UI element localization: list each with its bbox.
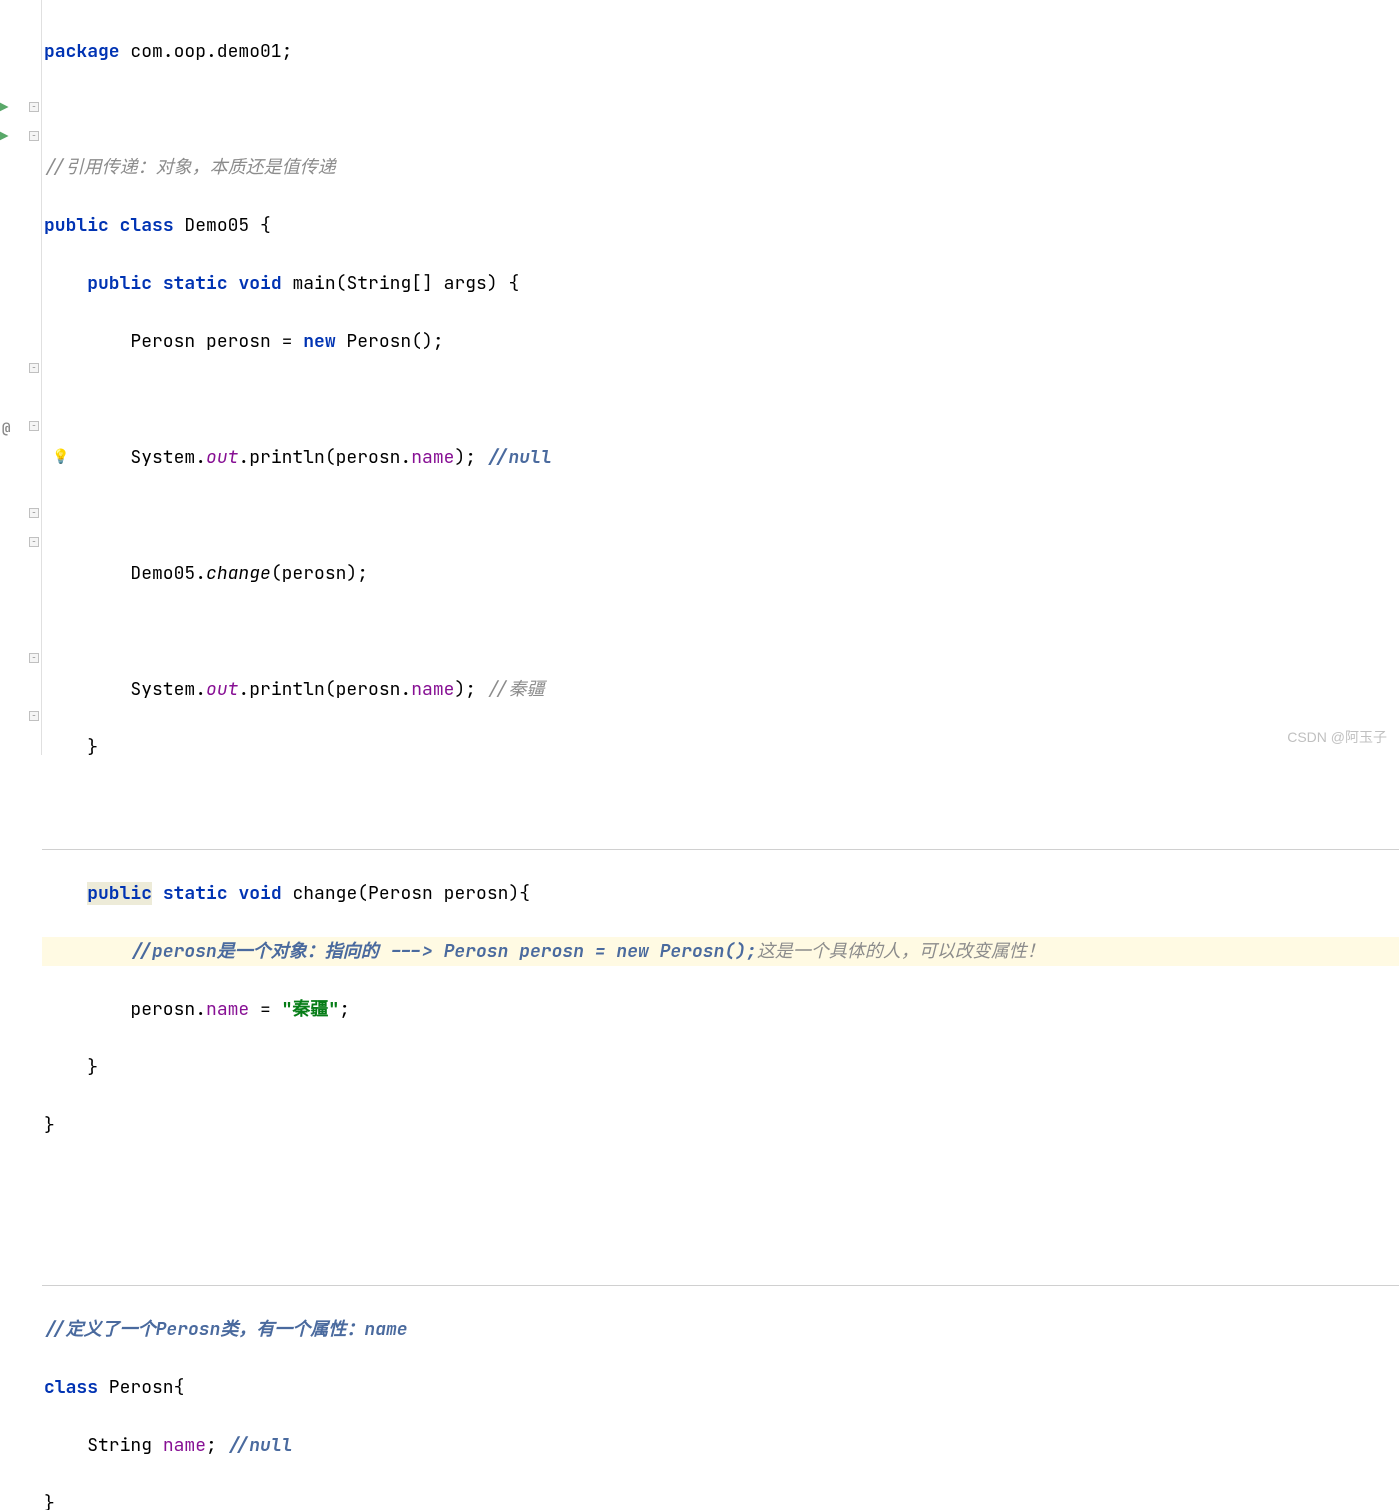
fold-icon[interactable]: −: [29, 537, 39, 547]
close-brace: }: [44, 1492, 55, 1510]
method-signature: main(String[] args) {: [282, 272, 520, 295]
comment: 这是一个具体的人，可以改变属性！: [757, 940, 1045, 963]
keyword: void: [238, 272, 281, 295]
run-icon[interactable]: ▶: [0, 128, 16, 144]
punctuation: );: [454, 678, 486, 701]
keyword: class: [44, 1376, 98, 1399]
class-ref: Demo05.: [130, 562, 206, 585]
class-ref: System.: [130, 446, 206, 469]
method-call: .println(perosn.: [238, 446, 411, 469]
punctuation: ;: [206, 1434, 228, 1457]
comment: //引用传递：对象，本质还是值传递: [44, 156, 336, 179]
code-line[interactable]: public static void main(String[] args) {: [42, 269, 1399, 298]
fold-icon[interactable]: −: [29, 102, 39, 112]
run-icon[interactable]: ▶: [0, 99, 16, 115]
class-declaration: Perosn{: [98, 1376, 184, 1399]
comment: //perosn是一个对象：指向的 ---> Perosn perosn = n…: [130, 940, 756, 963]
code-line[interactable]: [42, 95, 1399, 124]
field: name: [206, 998, 249, 1021]
keyword: public: [44, 214, 109, 237]
fold-icon[interactable]: −: [29, 653, 39, 663]
keyword: void: [238, 882, 281, 905]
code-line[interactable]: }: [42, 1111, 1399, 1140]
code-line[interactable]: }: [42, 1489, 1399, 1510]
keyword: class: [120, 214, 174, 237]
static-field: out: [206, 678, 238, 701]
type: Perosn: [130, 330, 206, 353]
code-line[interactable]: class Perosn{: [42, 1373, 1399, 1402]
code-line[interactable]: Perosn perosn = new Perosn();: [42, 327, 1399, 356]
keyword: static: [163, 272, 228, 295]
code-line[interactable]: public static void change(Perosn perosn)…: [42, 879, 1399, 908]
comment: //null: [228, 1434, 293, 1457]
code-line[interactable]: Demo05.change(perosn);: [42, 559, 1399, 588]
code-editor[interactable]: package com.oop.demo01; //引用传递：对象，本质还是值传…: [42, 0, 1399, 755]
code-line[interactable]: [42, 385, 1399, 414]
watermark: CSDN @阿玉子: [1287, 727, 1387, 747]
code-line[interactable]: [42, 791, 1399, 820]
code-line[interactable]: [42, 1227, 1399, 1256]
keyword: static: [163, 882, 228, 905]
code-line[interactable]: package com.oop.demo01;: [42, 37, 1399, 66]
code-line[interactable]: System.out.println(perosn.name); //秦疆: [42, 675, 1399, 704]
static-field: out: [206, 446, 238, 469]
class-ref: System.: [130, 678, 206, 701]
method-separator: [42, 1285, 1399, 1286]
close-brace: }: [44, 1056, 98, 1079]
code-line[interactable]: //定义了一个Perosn类，有一个属性：name: [42, 1315, 1399, 1344]
comment: //null: [487, 446, 552, 469]
code-line[interactable]: [42, 1169, 1399, 1198]
variable: perosn.: [130, 998, 206, 1021]
code-line[interactable]: }: [42, 733, 1399, 762]
code-line[interactable]: perosn.name = "秦疆";: [42, 995, 1399, 1024]
fold-icon[interactable]: −: [29, 131, 39, 141]
variable: perosn =: [206, 330, 303, 353]
punctuation: );: [454, 446, 486, 469]
method-separator: [42, 849, 1399, 850]
keyword: new: [303, 330, 335, 353]
code-line[interactable]: public class Demo05 {: [42, 211, 1399, 240]
keyword: package: [44, 40, 120, 63]
fold-icon[interactable]: −: [29, 363, 39, 373]
string-literal: "秦疆": [282, 998, 340, 1021]
field: name: [411, 678, 454, 701]
package-path: com.oop.demo01;: [120, 40, 293, 63]
code-line[interactable]: //perosn是一个对象：指向的 ---> Perosn perosn = n…: [42, 937, 1399, 966]
fold-icon[interactable]: −: [29, 508, 39, 518]
override-icon[interactable]: @: [2, 420, 18, 436]
editor-gutter: ▶ ▶ @ 💡 − − − − − − − −: [0, 0, 42, 755]
close-brace: }: [44, 736, 98, 759]
constructor: Perosn();: [336, 330, 444, 353]
method-call: .println(perosn.: [238, 678, 411, 701]
code-line[interactable]: System.out.println(perosn.name); //null: [42, 443, 1399, 472]
method-signature: change(Perosn perosn){: [282, 882, 530, 905]
static-method: change: [206, 562, 271, 585]
comment: //秦疆: [487, 678, 545, 701]
operator: =: [249, 998, 281, 1021]
code-line[interactable]: //引用传递：对象，本质还是值传递: [42, 153, 1399, 182]
fold-icon[interactable]: −: [29, 421, 39, 431]
type: String: [87, 1434, 163, 1457]
code-line[interactable]: [42, 617, 1399, 646]
fold-icon[interactable]: −: [29, 711, 39, 721]
comment: //定义了一个Perosn类，有一个属性：name: [44, 1318, 408, 1341]
class-declaration: Demo05 {: [174, 214, 271, 237]
code-line[interactable]: [42, 501, 1399, 530]
field: name: [163, 1434, 206, 1457]
keyword: public: [87, 882, 152, 905]
code-line[interactable]: String name; //null: [42, 1431, 1399, 1460]
code-line[interactable]: }: [42, 1053, 1399, 1082]
close-brace: }: [44, 1114, 55, 1137]
punctuation: ;: [339, 998, 350, 1021]
arguments: (perosn);: [271, 562, 368, 585]
keyword: public: [87, 272, 152, 295]
field: name: [411, 446, 454, 469]
